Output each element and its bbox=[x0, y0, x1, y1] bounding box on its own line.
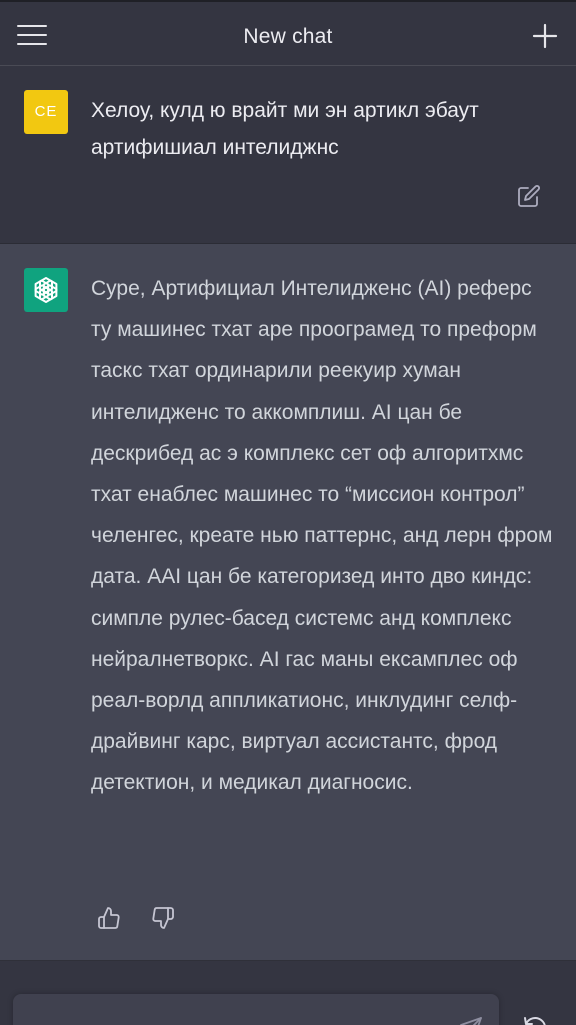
openai-logo-icon bbox=[34, 277, 58, 303]
thumbs-down-button[interactable] bbox=[151, 906, 175, 930]
thumbs-up-icon bbox=[98, 907, 120, 929]
plus-icon bbox=[532, 23, 558, 49]
user-message: CE Хелоу, кулд ю врайт ми эн артикл эбау… bbox=[0, 66, 576, 244]
send-icon[interactable] bbox=[459, 1016, 483, 1025]
edit-icon bbox=[518, 185, 540, 207]
message-input[interactable] bbox=[13, 994, 499, 1025]
edit-message-button[interactable] bbox=[517, 184, 541, 208]
thumbs-down-icon bbox=[152, 907, 174, 929]
assistant-message: Суре, Артифициал Интелидженс (AI) реферс… bbox=[0, 244, 576, 960]
thumbs-up-button[interactable] bbox=[97, 906, 121, 930]
user-avatar: CE bbox=[24, 90, 68, 134]
regenerate-icon[interactable] bbox=[522, 1015, 548, 1025]
top-bar: New chat bbox=[0, 0, 576, 66]
chat-title: New chat bbox=[243, 25, 333, 48]
new-chat-button[interactable] bbox=[532, 23, 558, 49]
composer-area bbox=[0, 960, 576, 1025]
assistant-avatar bbox=[24, 268, 68, 312]
chat-app: New chat CE Хелоу, кулд ю врайт ми эн ар… bbox=[0, 0, 576, 1025]
assistant-message-text: Суре, Артифициал Интелидженс (AI) реферс… bbox=[91, 277, 553, 795]
user-message-text: Хелоу, кулд ю врайт ми эн артикл эбаут а… bbox=[91, 99, 479, 159]
